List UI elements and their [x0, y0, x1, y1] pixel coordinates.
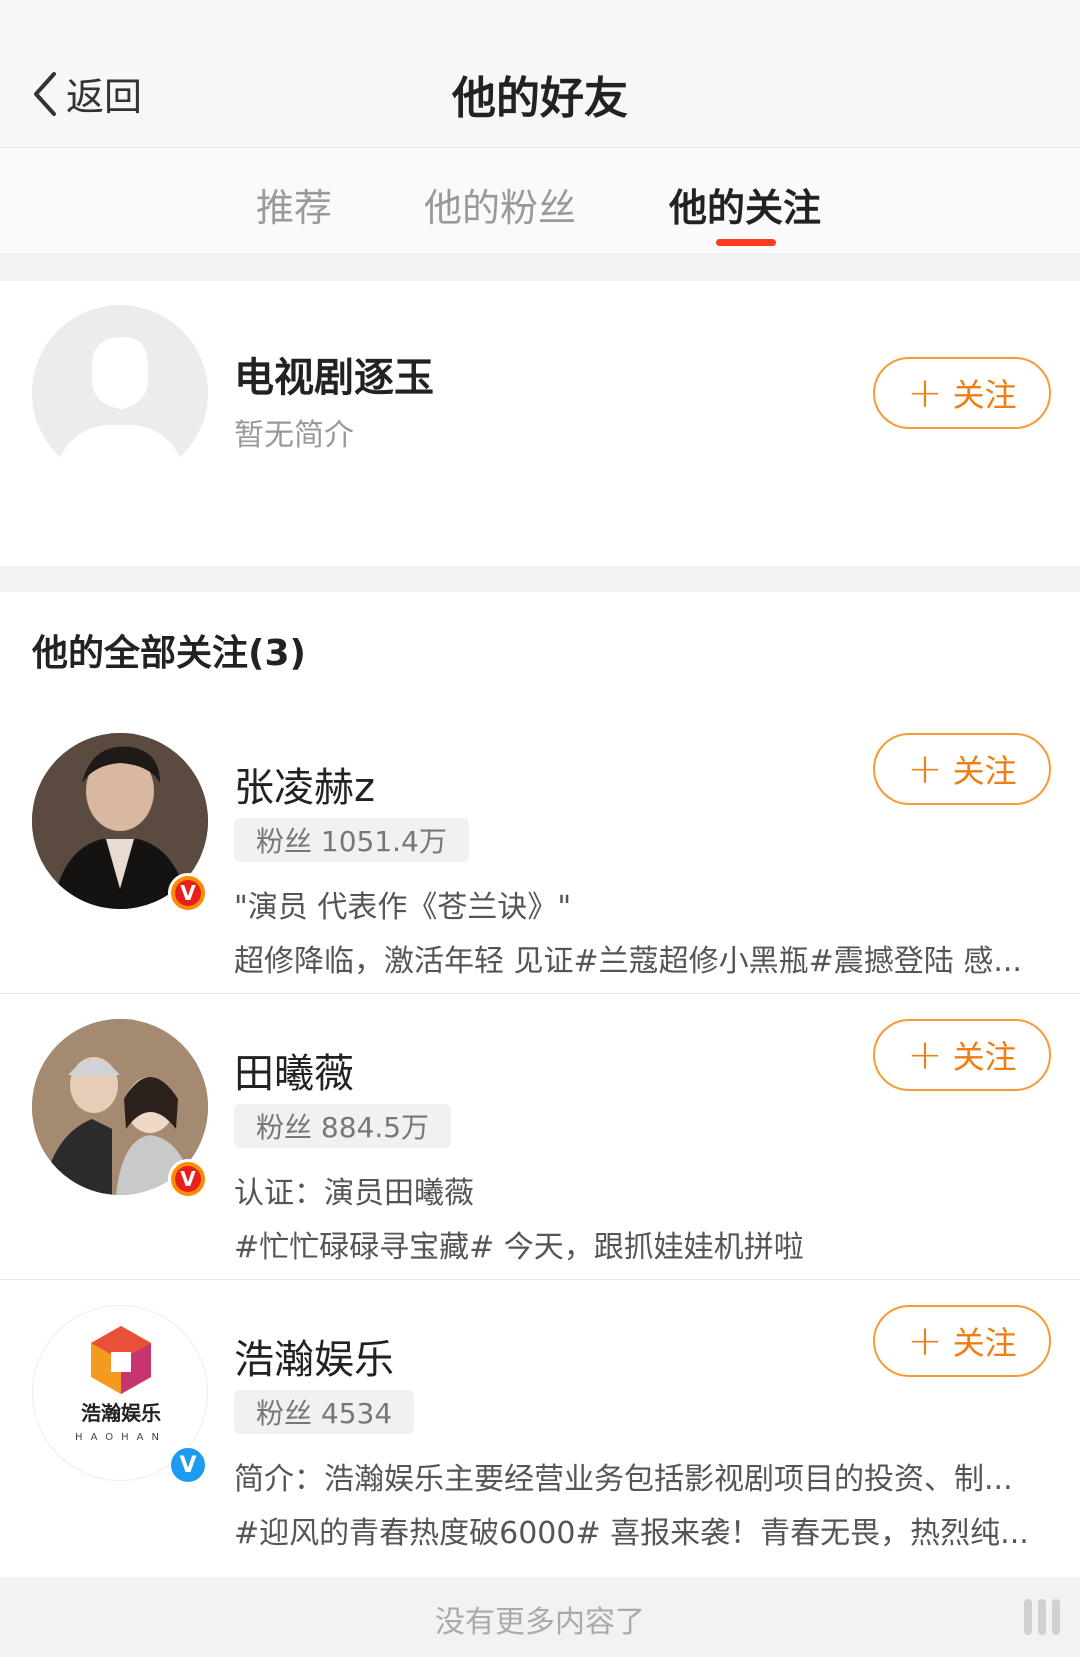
tab-recommend[interactable]: 推荐 — [256, 177, 332, 232]
fans-count: 粉丝 1051.4万 — [234, 818, 469, 862]
section-gap — [0, 253, 1080, 281]
follow-button[interactable]: + 关注 — [873, 733, 1051, 805]
page-title: 他的好友 — [452, 73, 628, 124]
follow-button[interactable]: + 关注 — [873, 1019, 1051, 1091]
divider — [0, 1279, 1080, 1280]
tab-following[interactable]: 他的关注 — [669, 177, 821, 232]
user-description: 简介：浩瀚娱乐主要经营业务包括影视剧项目的投资、制... — [234, 1462, 1013, 1497]
user-name[interactable]: 浩瀚娱乐 — [234, 1327, 394, 1385]
avatar — [32, 305, 208, 481]
follow-button[interactable]: + 关注 — [873, 357, 1051, 429]
user-description: "演员 代表作《苍兰诀》" — [234, 890, 572, 925]
tab-bar: 推荐 他的粉丝 他的关注 — [0, 149, 1080, 253]
featured-user-name[interactable]: 电视剧逐玉 — [234, 345, 434, 403]
featured-user-intro: 暂无简介 — [234, 418, 354, 453]
user-name[interactable]: 田曦薇 — [234, 1041, 354, 1099]
no-more-content-text: 没有更多内容了 — [435, 1605, 645, 1640]
latest-post: 超修降临，激活年轻 见证#兰蔻超修小黑瓶#震撼登陆 感... — [234, 944, 1022, 979]
plus-icon: + — [907, 1030, 943, 1079]
tab-followers[interactable]: 他的粉丝 — [424, 177, 576, 232]
latest-post: #迎风的青春热度破6000# 喜报来袭！青春无畏，热烈纯... — [234, 1516, 1029, 1551]
verified-badge-icon: V — [168, 873, 208, 913]
user-description: 认证：演员田曦薇 — [234, 1176, 474, 1211]
logo-subtext: HAOHAN — [75, 1432, 167, 1443]
follow-label: 关注 — [952, 1038, 1017, 1076]
follow-button[interactable]: + 关注 — [873, 1305, 1051, 1377]
follow-label: 关注 — [952, 752, 1017, 790]
verified-badge-icon: V — [168, 1159, 208, 1199]
plus-icon: + — [907, 368, 943, 417]
follow-label: 关注 — [952, 376, 1017, 414]
fans-count: 粉丝 4534 — [234, 1390, 415, 1434]
section-gap — [0, 566, 1080, 592]
default-avatar-icon — [32, 305, 208, 481]
list-footer: 没有更多内容了 — [0, 1577, 1080, 1657]
logo-text: 浩瀚娱乐 — [81, 1401, 161, 1425]
follow-label: 关注 — [952, 1324, 1017, 1362]
latest-post: #忙忙碌碌寻宝藏# 今天，跟抓娃娃机拼啦 — [234, 1230, 804, 1265]
navigation-bar: 返回 他的好友 — [0, 0, 1080, 148]
active-tab-indicator — [716, 239, 776, 246]
user-name[interactable]: 张凌赫z — [234, 755, 375, 813]
plus-icon: + — [907, 1316, 943, 1365]
verified-badge-icon: V — [168, 1445, 208, 1485]
divider — [0, 993, 1080, 994]
section-title: 他的全部关注(3) — [32, 633, 306, 674]
fans-count: 粉丝 884.5万 — [234, 1104, 452, 1148]
plus-icon: + — [907, 744, 943, 793]
scroll-handle-icon[interactable] — [1022, 1591, 1072, 1643]
